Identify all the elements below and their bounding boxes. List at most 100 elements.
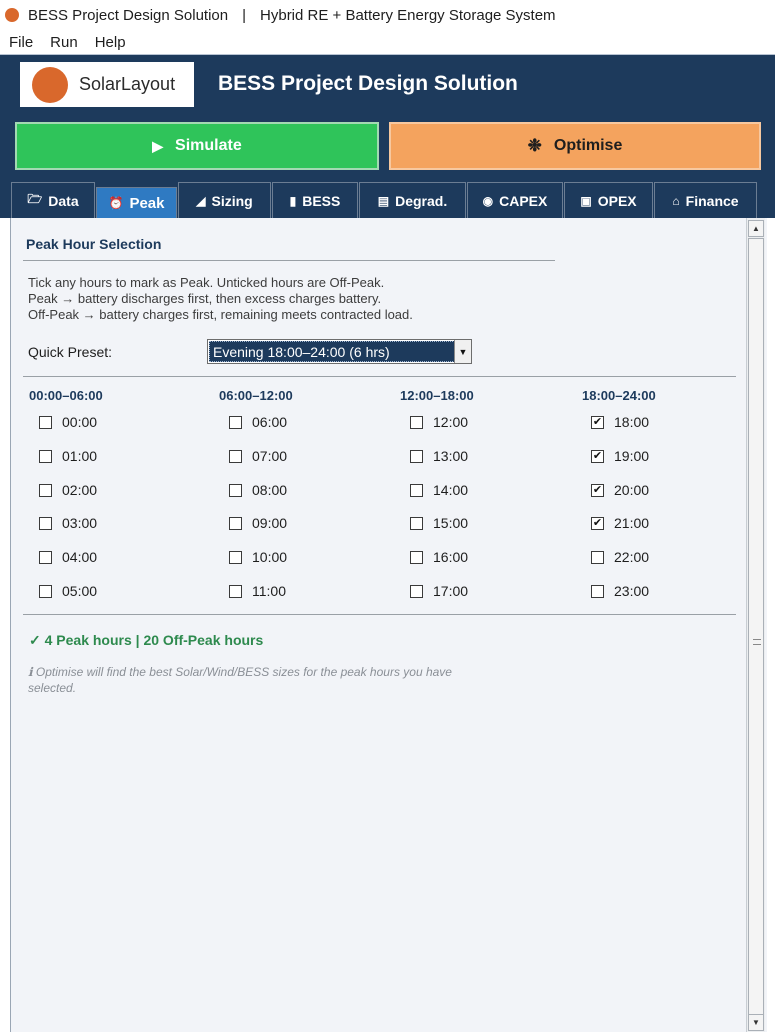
hour-label: 16:00 [433,549,469,565]
tab-label: OPEX [597,192,637,209]
checkbox-icon[interactable] [410,550,423,564]
hour-checkbox[interactable]: 02:00 [39,482,97,498]
quick-preset-select[interactable]: Evening 18:00–24:00 (6 hrs) ▼ [207,339,472,364]
simulate-label: Simulate [175,137,242,154]
hour-checkbox[interactable]: 11:00 [229,583,286,599]
hour-label: 11:00 [252,583,286,599]
column-heading: 12:00–18:00 [400,388,474,403]
checkbox-icon[interactable] [591,550,604,564]
optimise-button[interactable]: ❉ Optimise [389,122,761,170]
hour-checkbox[interactable]: 14:00 [410,482,468,498]
hour-label: 17:00 [433,583,469,599]
divider-bottom [23,614,736,615]
help-line: Off-Peak → battery charges first, remain… [28,307,413,322]
tab-data[interactable]: 🗁 Data [11,182,95,218]
column-heading: 00:00–06:00 [29,388,103,403]
hour-label: 19:00 [614,448,650,464]
chevron-down-icon[interactable]: ▼ [454,340,471,363]
folder-icon: 🗁 [27,192,43,206]
checkbox-icon[interactable] [410,516,423,530]
checkbox-icon[interactable] [591,584,604,598]
checkbox-checked-icon[interactable]: ✔ [591,516,604,530]
quick-preset-label: Quick Preset: [28,344,113,360]
checkbox-icon[interactable] [410,449,423,463]
checkbox-icon[interactable] [229,449,242,463]
hour-checkbox[interactable]: 17:00 [410,583,468,599]
hour-checkbox[interactable]: 13:00 [410,448,468,464]
play-icon: ▶ [152,137,164,154]
checkbox-icon[interactable] [229,415,242,429]
logo-mark [32,66,68,103]
hour-checkbox[interactable]: 03:00 [39,515,97,531]
checkbox-icon[interactable] [39,550,52,564]
hour-checkbox[interactable]: 16:00 [410,549,468,565]
hour-label: 15:00 [433,515,469,531]
checkbox-icon[interactable] [229,584,242,598]
checkbox-checked-icon[interactable]: ✔ [591,415,604,429]
hour-checkbox[interactable]: 00:00 [39,414,97,430]
hour-label: 03:00 [62,515,98,531]
hour-checkbox[interactable]: 23:00 [591,583,649,599]
scroll-down-arrow-icon[interactable]: ▼ [748,1014,764,1031]
hour-label: 22:00 [614,549,650,565]
checkbox-icon[interactable] [39,516,52,530]
hour-label: 02:00 [62,482,98,498]
vertical-scrollbar[interactable]: ▲ ▼ [746,218,765,1032]
hour-checkbox[interactable]: ✔ 21:00 [591,515,649,531]
tab-opex[interactable]: ▣ OPEX [564,182,653,218]
hour-checkbox[interactable]: ✔ 19:00 [591,448,649,464]
menu-file[interactable]: File [9,34,33,51]
tab-bess[interactable]: ▮ BESS [272,182,358,218]
checkbox-icon[interactable] [229,516,242,530]
tab-peak[interactable]: ⏰ Peak [96,187,177,218]
hour-label: 12:00 [433,414,469,430]
hour-checkbox[interactable]: 06:00 [229,414,287,430]
tab-finance[interactable]: ⌂ Finance [654,182,757,218]
battery-icon: ▮ [289,193,297,208]
simulate-button[interactable]: ▶ Simulate [15,122,379,170]
checkbox-icon[interactable] [39,415,52,429]
section-title: Peak Hour Selection [26,236,162,252]
hour-checkbox[interactable]: 05:00 [39,583,97,599]
checkbox-icon[interactable] [39,584,52,598]
hour-checkbox[interactable]: 15:00 [410,515,468,531]
hour-label: 09:00 [252,515,288,531]
hour-checkbox[interactable]: 04:00 [39,549,97,565]
menu-help[interactable]: Help [95,34,126,51]
scroll-up-arrow-icon[interactable]: ▲ [748,220,764,237]
hour-checkbox[interactable]: 01:00 [39,448,97,464]
hour-label: 23:00 [614,583,650,599]
hour-checkbox[interactable]: 08:00 [229,482,287,498]
hour-checkbox[interactable]: 09:00 [229,515,287,531]
hour-label: 00:00 [62,414,98,430]
hour-checkbox[interactable]: 22:00 [591,549,649,565]
hour-checkbox[interactable]: 10:00 [229,549,287,565]
checkbox-icon[interactable] [39,483,52,497]
checkbox-checked-icon[interactable]: ✔ [591,449,604,463]
tab-sizing[interactable]: ◢ Sizing [178,182,271,218]
checkbox-icon[interactable] [39,449,52,463]
app-icon [5,8,19,22]
help-line: Peak → battery discharges first, then ex… [28,291,382,306]
hour-label: 21:00 [614,515,650,531]
scroll-thumb[interactable] [748,238,764,1028]
title-separator: | [242,6,247,24]
window-title: BESS Project Design Solution [28,6,229,24]
hour-checkbox[interactable]: 07:00 [229,448,287,464]
menu-run[interactable]: Run [50,34,78,51]
hour-label: 05:00 [62,583,98,599]
checkbox-icon[interactable] [229,483,242,497]
checkbox-icon[interactable] [410,584,423,598]
column-heading: 06:00–12:00 [219,388,293,403]
bank-icon: ⌂ [672,193,680,208]
hour-checkbox[interactable]: 12:00 [410,414,468,430]
hour-checkbox[interactable]: ✔ 18:00 [591,414,649,430]
hour-checkbox[interactable]: ✔ 20:00 [591,482,649,498]
tab-label: CAPEX [499,192,548,209]
checkbox-icon[interactable] [410,483,423,497]
checkbox-icon[interactable] [410,415,423,429]
checkbox-icon[interactable] [229,550,242,564]
tab-capex[interactable]: ◉ CAPEX [467,182,563,218]
tab-degrad[interactable]: ▤ Degrad. [359,182,466,218]
checkbox-checked-icon[interactable]: ✔ [591,483,604,497]
